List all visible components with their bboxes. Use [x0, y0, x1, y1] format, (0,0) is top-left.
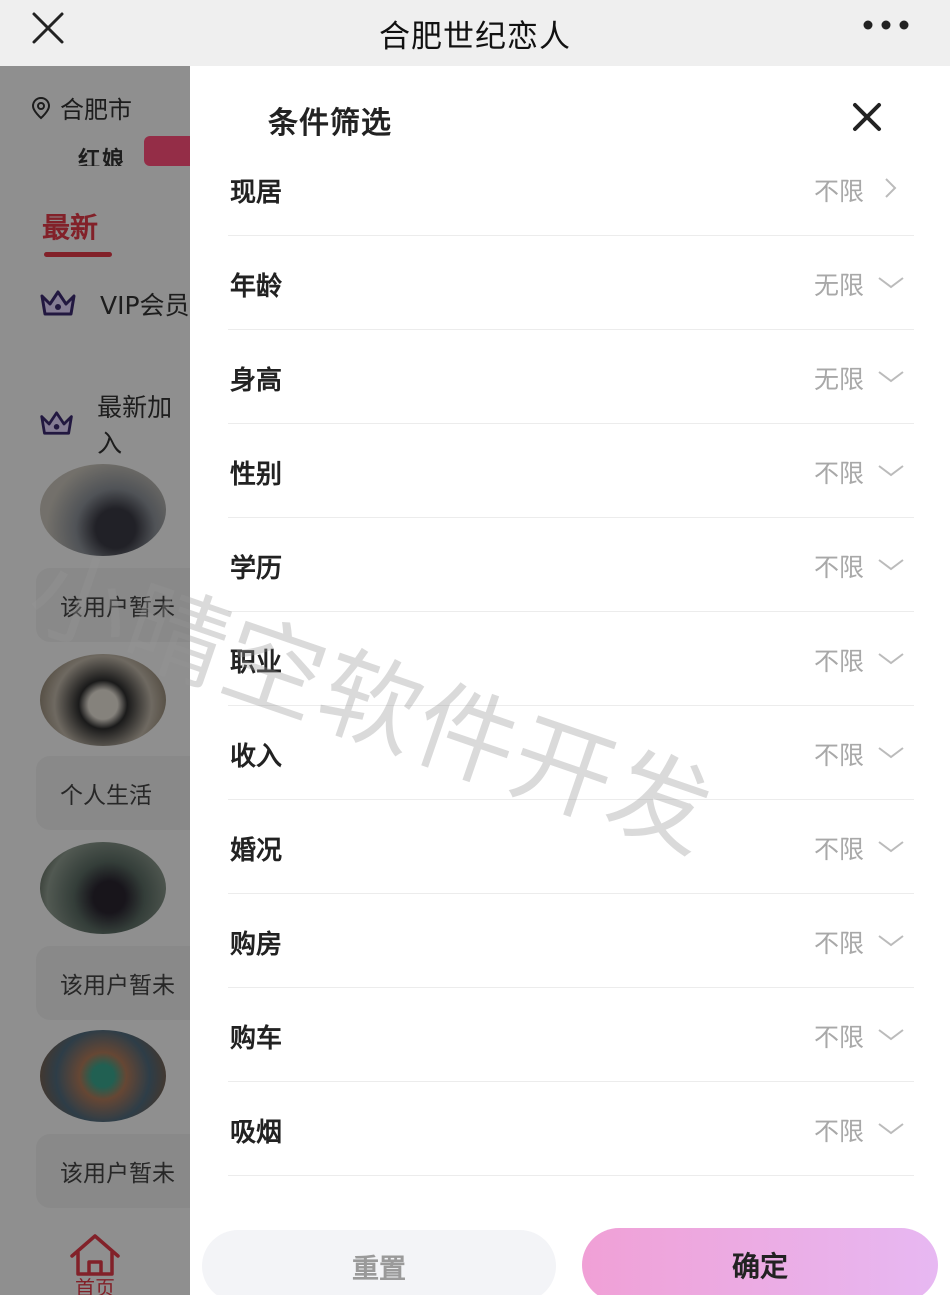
filter-row-smoking[interactable]: 吸烟 不限 — [228, 1082, 914, 1176]
filter-value: 不限 — [813, 553, 864, 582]
filter-label: 吸烟 — [230, 1118, 283, 1148]
filter-row-height[interactable]: 身高 无限 — [228, 330, 914, 424]
filter-label: 年龄 — [230, 272, 283, 302]
chevron-down-icon — [878, 653, 904, 665]
filter-value: 不限 — [813, 741, 864, 770]
filter-row-marital[interactable]: 婚况 不限 — [228, 800, 914, 894]
filter-value: 不限 — [813, 177, 864, 206]
filter-row-car[interactable]: 购车 不限 — [228, 988, 914, 1082]
filter-label: 现居 — [230, 178, 283, 208]
reset-button[interactable]: 重置 — [202, 1230, 556, 1295]
filter-value: 无限 — [813, 271, 864, 300]
filter-label: 购车 — [230, 1024, 283, 1054]
filter-label: 购房 — [230, 930, 283, 960]
modal-backdrop[interactable] — [0, 66, 190, 1295]
app-title: 合肥世纪恋人 — [379, 18, 571, 55]
chevron-right-icon — [885, 178, 897, 198]
action-bar: 重置 确定 — [190, 1206, 950, 1295]
chevron-down-icon — [878, 371, 904, 383]
more-options-icon[interactable] — [862, 18, 910, 32]
filter-label: 职业 — [230, 648, 283, 678]
chevron-down-icon — [878, 935, 904, 947]
filter-label: 学历 — [230, 554, 283, 584]
filter-value: 不限 — [813, 459, 864, 488]
chevron-down-icon — [878, 747, 904, 759]
chevron-down-icon — [878, 1029, 904, 1041]
chevron-down-icon — [878, 277, 904, 289]
filter-row-gender[interactable]: 性别 不限 — [228, 424, 914, 518]
filter-row-income[interactable]: 收入 不限 — [228, 706, 914, 800]
filter-row-residence[interactable]: 现居 不限 — [228, 142, 914, 236]
chevron-down-icon — [878, 559, 904, 571]
filter-value: 不限 — [813, 835, 864, 864]
filter-list: 现居 不限 年龄 无限 身高 无限 性别 不限 学历 不限 职业 不限 收入 不… — [228, 142, 914, 1176]
filter-row-occupation[interactable]: 职业 不限 — [228, 612, 914, 706]
filter-row-house[interactable]: 购房 不限 — [228, 894, 914, 988]
filter-value: 不限 — [813, 647, 864, 676]
filter-label: 性别 — [230, 460, 283, 490]
chevron-down-icon — [878, 1123, 904, 1135]
filter-panel: 条件筛选 现居 不限 年龄 无限 身高 无限 性别 不限 学历 不限 职业 不限… — [190, 66, 950, 1295]
filter-value: 不限 — [813, 929, 864, 958]
confirm-button[interactable]: 确定 — [582, 1228, 938, 1295]
chevron-down-icon — [878, 841, 904, 853]
filter-label: 收入 — [230, 742, 283, 772]
filter-value: 不限 — [813, 1023, 864, 1052]
top-navigation-bar: 合肥世纪恋人 — [0, 0, 950, 66]
filter-row-age[interactable]: 年龄 无限 — [228, 236, 914, 330]
filter-label: 婚况 — [230, 836, 283, 866]
close-icon[interactable] — [28, 8, 68, 48]
filter-label: 身高 — [230, 366, 283, 396]
close-icon[interactable] — [850, 100, 884, 134]
chevron-down-icon — [878, 465, 904, 477]
filter-value: 不限 — [813, 1117, 864, 1146]
filter-row-education[interactable]: 学历 不限 — [228, 518, 914, 612]
panel-title: 条件筛选 — [268, 106, 392, 141]
filter-value: 无限 — [813, 365, 864, 394]
